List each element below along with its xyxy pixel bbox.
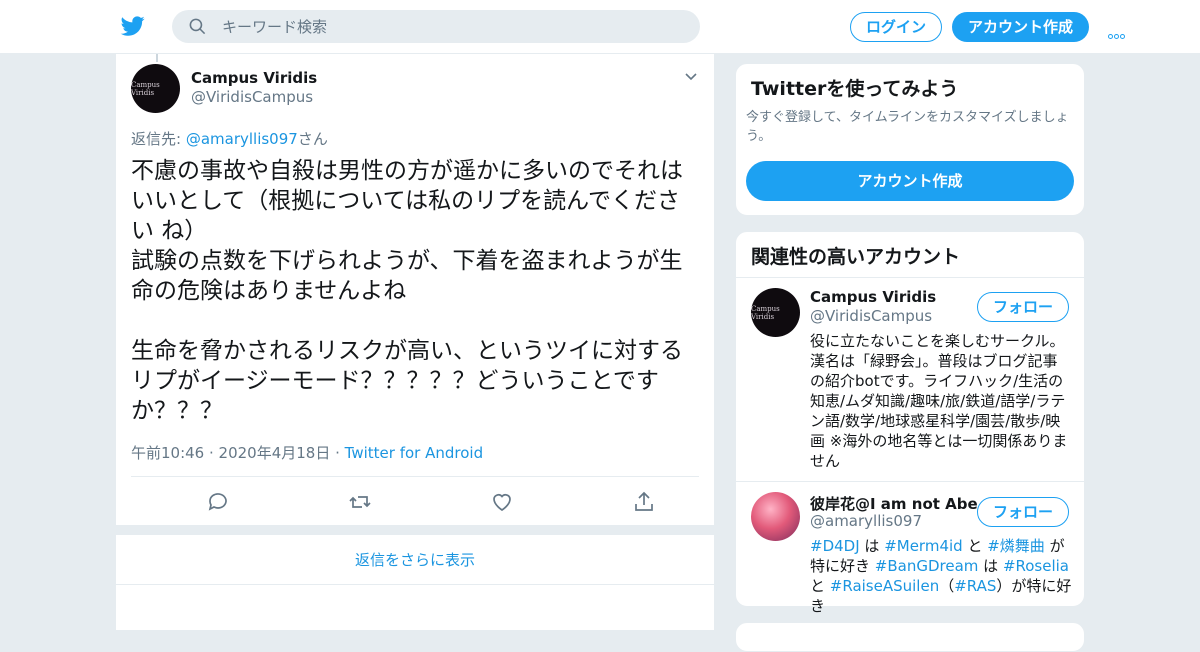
thread-line [156,54,158,62]
bio-text: と [962,537,988,555]
tweet-author-handle[interactable]: @ViridisCampus [191,88,313,106]
hashtag-link[interactable]: #燐舞曲 [987,537,1045,555]
meta-separator: · [330,444,345,462]
signup-card-desc: 今すぐ登録して、タイムラインをカスタマイズしましょう。 [746,110,1069,144]
avatar[interactable]: Campus Viridis [131,64,180,113]
next-card [735,622,1085,652]
account-bio: 役に立たないことを楽しむサークル。漢名は「緑野会」。普段はブログ記事の紹介bot… [810,332,1068,470]
signup-card: Twitterを使ってみよう 今すぐ登録して、タイムラインをカスタマイズしましょ… [735,63,1085,216]
reply-icon[interactable] [205,490,231,514]
divider [116,525,714,535]
follow-button[interactable]: フォロー [977,497,1069,527]
tweet-column: Campus Viridis Campus Viridis @ViridisCa… [115,54,715,630]
hashtag-link[interactable]: #RaiseASuilen [830,577,939,595]
tweet-client-link[interactable]: Twitter for Android [345,444,483,462]
share-icon[interactable] [631,490,657,514]
account-bio: #D4DJ は #Merm4id と #燐舞曲 が特に好き #BanGDream… [810,536,1072,616]
bio-text: と [810,577,830,595]
more-options-icon[interactable] [1108,24,1126,43]
retweet-icon[interactable] [347,490,373,514]
like-heart-icon[interactable] [489,490,515,514]
bio-text: は [859,537,885,555]
twitter-bird-icon[interactable] [120,14,146,38]
signup-button[interactable]: アカウント作成 [952,12,1089,42]
reply-suffix: さん [297,130,328,148]
reply-prefix: 返信先: [131,130,186,148]
tweet-text: 不慮の事故や自殺は男性の方が遥かに多いのでそれはいいとして（根拠については私のリ… [131,158,683,424]
search-icon [189,18,206,35]
divider [736,481,1084,482]
account-name[interactable]: 彼岸花@I am not Abe [810,493,978,514]
signup-card-button[interactable]: アカウント作成 [746,161,1074,201]
account-name[interactable]: Campus Viridis [810,288,936,306]
hashtag-link[interactable]: #Merm4id [884,537,963,555]
account-handle[interactable]: @amaryllis097 [810,512,922,530]
follow-button[interactable]: フォロー [977,292,1069,322]
related-accounts-title: 関連性の高いアカウント [751,246,961,268]
chevron-down-icon[interactable] [684,72,698,82]
tweet-timestamp[interactable]: 午前10:46 · 2020年4月18日 [131,444,330,462]
show-more-replies-link[interactable]: 返信をさらに表示 [116,535,714,585]
signup-card-title: Twitterを使ってみよう [751,78,959,100]
reply-to-line: 返信先: @amaryllis097さん [131,128,328,149]
hashtag-link[interactable]: #Roselia [1003,557,1069,575]
hashtag-link[interactable]: #RAS [954,577,996,595]
divider [736,277,1084,278]
hashtag-link[interactable]: #BanGDream [875,557,979,575]
login-button[interactable]: ログイン [850,12,942,42]
tweet-actions [131,476,699,526]
avatar-label: Campus Viridis [131,80,160,97]
avatar-label: Campus Viridis [751,304,780,321]
bio-text: は [978,557,1003,575]
top-bar: ログイン アカウント作成 [0,0,1200,54]
account-handle[interactable]: @ViridisCampus [810,307,932,325]
avatar[interactable]: Campus Viridis [751,288,800,337]
search-box[interactable] [172,10,700,43]
search-input[interactable] [222,10,682,43]
tweet-author-name[interactable]: Campus Viridis [191,69,317,87]
related-accounts-card: 関連性の高いアカウント Campus Viridis Campus Viridi… [735,231,1085,615]
bio-text: （ [939,577,955,595]
reply-to-link[interactable]: @amaryllis097 [186,130,298,148]
avatar[interactable] [751,492,800,541]
hashtag-link[interactable]: #D4DJ [810,537,860,555]
tweet-meta: 午前10:46 · 2020年4月18日 · Twitter for Andro… [131,442,483,463]
